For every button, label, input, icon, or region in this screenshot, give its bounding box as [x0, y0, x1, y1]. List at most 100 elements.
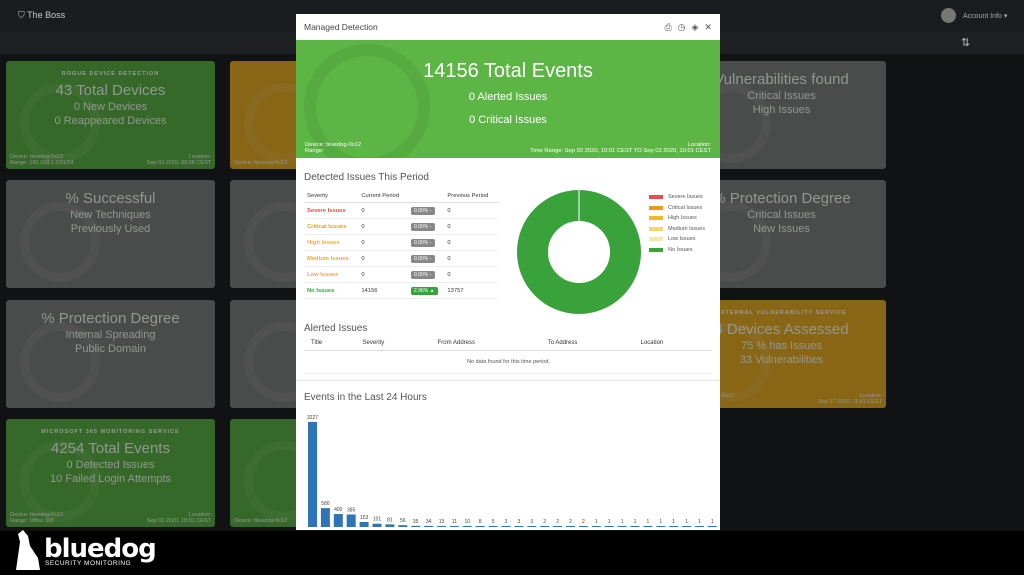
legend-label: Medium Issues [668, 225, 705, 232]
dashboard-tile[interactable]: % Protection Degree Internal Spreading Pub… [6, 300, 215, 408]
event-bar[interactable] [682, 526, 692, 527]
bar-value-label: 34 [426, 519, 432, 525]
tile-footer-left: Device: bluedog-0x12 Range: Office 365 [10, 512, 64, 524]
event-bar[interactable] [695, 526, 704, 527]
managed-detection-modal: Managed Detection ⎙ ◷ ◈ ✕ 14156 Total Ev… [296, 14, 720, 530]
tile-title: ROGUE DEVICE DETECTION [61, 71, 160, 77]
bar-value-label: 8 [479, 519, 482, 525]
event-bar[interactable] [501, 526, 511, 527]
tile-watermark-icon [20, 202, 100, 282]
bar-value-label: 153 [360, 515, 369, 521]
change-badge: 0.00% - [409, 202, 446, 219]
tile-main-value: % Successful [65, 190, 156, 207]
change-badge: 0.00% - [409, 218, 446, 235]
bar-value-label: 1 [698, 519, 701, 525]
event-bar[interactable] [372, 523, 382, 527]
print-icon[interactable]: ⎙ [664, 22, 671, 33]
issues-column-header: Current Period [359, 190, 410, 203]
event-bar[interactable] [617, 526, 627, 527]
legend-item[interactable]: Critical Issues [649, 203, 705, 214]
legend-item[interactable]: Medium Issues [649, 224, 705, 235]
alerted-column-header[interactable]: From Address [431, 336, 542, 351]
account-avatar[interactable] [941, 8, 956, 23]
bar-value-label: 1 [621, 519, 624, 525]
bar-value-label: 81 [387, 517, 393, 523]
severity-label: Medium Issues [305, 250, 360, 267]
alerted-column-header[interactable]: Location [634, 336, 712, 351]
event-bar[interactable] [540, 526, 550, 527]
tile-footer-right: Location: Sep 03 2020, 09:08 CEST [146, 154, 211, 166]
event-bar[interactable] [527, 526, 537, 527]
event-bar[interactable] [359, 522, 369, 527]
bar-value-label: 2 [569, 519, 572, 525]
tile-footer-right: Location: Sep 17 2020, 11:51 CEST [818, 393, 882, 405]
legend-swatch [649, 205, 663, 210]
event-bar[interactable] [398, 525, 408, 527]
legend-swatch [649, 237, 663, 242]
event-bar[interactable] [604, 526, 614, 527]
modal-header: Managed Detection ⎙ ◷ ◈ ✕ [296, 14, 720, 40]
legend-label: High Issues [668, 215, 697, 222]
event-bar[interactable] [591, 526, 601, 527]
event-bar[interactable] [424, 525, 434, 527]
legend-swatch [649, 226, 663, 231]
event-bar[interactable] [411, 525, 421, 527]
event-bar[interactable] [488, 526, 498, 527]
change-pill: 0.00% - [411, 270, 436, 279]
legend-item[interactable]: High Issues [649, 213, 705, 224]
share-icon[interactable]: ◈ [692, 22, 699, 33]
change-pill: 0.00% - [411, 238, 436, 247]
alerted-column-header[interactable]: Title [305, 336, 357, 351]
event-bar[interactable] [475, 526, 485, 527]
severity-label: Low Issues [305, 266, 360, 283]
event-bar[interactable] [553, 526, 563, 527]
time-range-label: Time Range: Sep 02 2020, 10:01 CEST TO S… [530, 148, 711, 154]
alerted-issues-count: 0 Alerted Issues [468, 91, 548, 103]
close-icon[interactable]: ✕ [704, 22, 712, 33]
change-badge: 2.96% ▲ [409, 282, 446, 299]
event-bar[interactable] [462, 526, 472, 527]
event-bar[interactable] [643, 526, 653, 527]
current-value: 0 [359, 250, 410, 267]
detected-issues-heading: Detected Issues This Period [304, 172, 429, 183]
table-row: No Issues 14156 2.96% ▲ 13757 [305, 282, 499, 299]
event-bar[interactable] [437, 526, 446, 527]
bar-value-label: 56 [400, 518, 406, 524]
event-bar[interactable] [346, 514, 356, 527]
event-bar[interactable] [333, 513, 343, 527]
current-value: 0 [359, 218, 410, 235]
legend-item[interactable]: No Issues [649, 245, 705, 256]
brand-label[interactable]: ⛉ The Boss [18, 10, 65, 21]
previous-value: 0 [445, 250, 499, 267]
event-bar[interactable] [449, 526, 459, 527]
legend-item[interactable]: Severe Issues [649, 192, 705, 203]
change-pill: 0.00% - [411, 222, 436, 231]
table-row: Severe Issues 0 0.00% -0 [305, 202, 499, 219]
legend-item[interactable]: Low Issues [649, 234, 705, 245]
severity-label: Severe Issues [305, 202, 360, 219]
alerted-column-header[interactable]: Severity [356, 336, 432, 351]
event-bar[interactable] [320, 508, 330, 527]
event-bar[interactable] [630, 526, 640, 527]
bar-value-label: 5 [492, 519, 495, 525]
event-bar[interactable] [707, 526, 717, 527]
event-bar[interactable] [578, 526, 588, 527]
event-bar[interactable] [669, 526, 679, 527]
account-menu[interactable]: Account Info ▾ [963, 12, 1007, 20]
sort-icon[interactable]: ⇅ [961, 36, 970, 49]
event-bar[interactable] [656, 526, 666, 527]
event-bar[interactable] [308, 422, 317, 527]
event-bar[interactable] [514, 526, 524, 527]
event-bar[interactable] [385, 524, 395, 527]
bar-value-label: 3 [518, 519, 521, 525]
dashboard-tile[interactable]: ROGUE DEVICE DETECTION 43 Total Devices 0 … [6, 61, 215, 169]
table-row: Medium Issues 0 0.00% -0 [305, 250, 499, 267]
dashboard-tile[interactable]: MICROSOFT 365 MONITORING SERVICE 4254 Tot… [6, 419, 215, 527]
dashboard-tile[interactable]: % Successful New Techniques Previously Use… [6, 180, 215, 288]
bar-value-label: 13 [439, 519, 445, 525]
clock-icon[interactable]: ◷ [678, 22, 686, 33]
event-bar[interactable] [566, 526, 575, 527]
legend-label: No Issues [668, 246, 693, 253]
alerted-column-header[interactable]: To Address [541, 336, 635, 351]
bar-value-label: 101 [373, 517, 382, 523]
